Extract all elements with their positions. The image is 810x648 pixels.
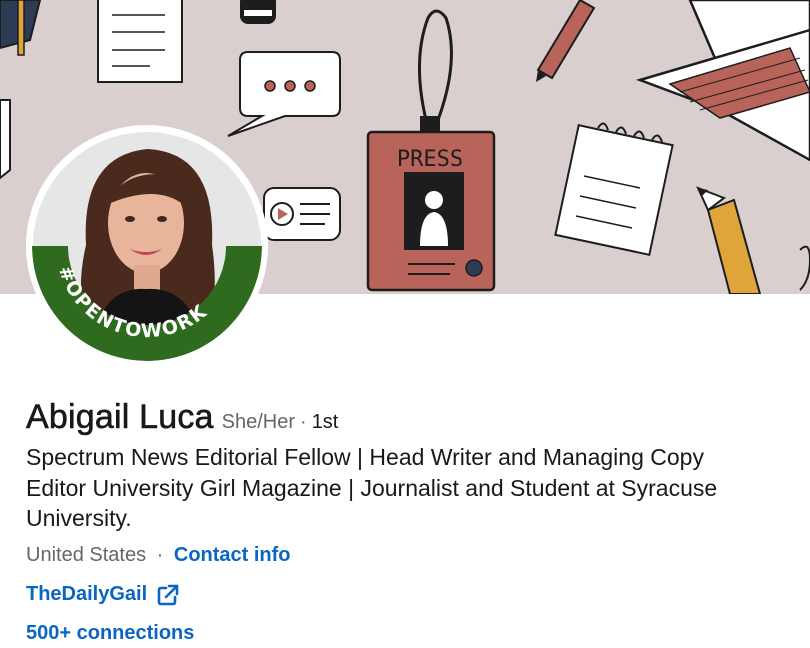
profile-name: Abigail Luca bbox=[26, 398, 214, 437]
press-badge-text: PRESS bbox=[397, 147, 463, 172]
name-row: Abigail Luca She/Her · 1st bbox=[26, 398, 339, 437]
external-link-icon[interactable] bbox=[157, 584, 179, 606]
website-label[interactable]: TheDailyGail bbox=[26, 583, 147, 606]
video-card-icon bbox=[263, 187, 341, 241]
location-separator: · bbox=[156, 544, 164, 566]
contact-info-link[interactable]: Contact info bbox=[174, 544, 291, 566]
location-row: United States · Contact info bbox=[26, 544, 291, 567]
website-link[interactable]: TheDailyGail bbox=[26, 583, 179, 606]
notepad-icon bbox=[97, 0, 183, 83]
pronouns: She/Her bbox=[221, 411, 296, 433]
ink-bottle-icon bbox=[240, 0, 276, 24]
profile-photo[interactable]: #OPENTOWORK bbox=[26, 125, 268, 367]
connection-degree: 1st bbox=[311, 411, 339, 433]
connections-link[interactable]: 500+ connections bbox=[26, 622, 194, 645]
location: United States bbox=[26, 544, 147, 566]
degree-separator: · bbox=[300, 411, 307, 433]
profile-headline: Spectrum News Editorial Fellow | Head Wr… bbox=[26, 444, 718, 531]
